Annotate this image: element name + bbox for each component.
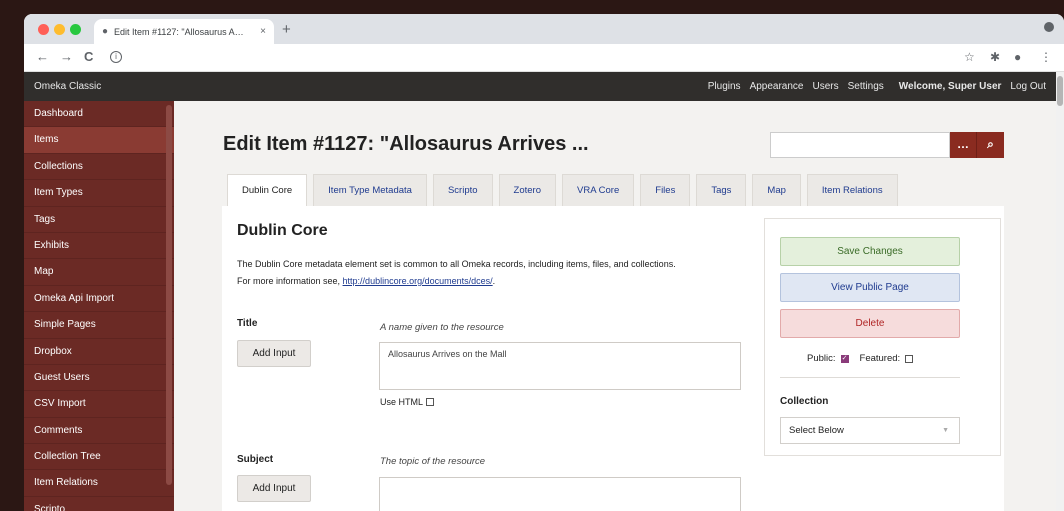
bookmark-star-icon[interactable]: ☆	[964, 50, 975, 64]
sidebar-item-comments[interactable]: Comments	[24, 418, 174, 445]
save-changes-button[interactable]: Save Changes	[780, 237, 960, 266]
admin-link-settings[interactable]: Settings	[848, 81, 884, 92]
logout-link[interactable]: Log Out	[1010, 81, 1046, 92]
item-edit-tabs: Dublin Core Item Type Metadata Scripto Z…	[227, 174, 898, 206]
sidebar-item-map[interactable]: Map	[24, 259, 174, 286]
sidebar-item-csv-import[interactable]: CSV Import	[24, 391, 174, 418]
browser-toolbar: ← → C i ☆ ✱ ● ⋮	[24, 44, 1064, 72]
site-title[interactable]: Omeka Classic	[34, 81, 101, 92]
tab-search-icon[interactable]	[1044, 22, 1054, 32]
search-input[interactable]	[770, 132, 950, 158]
dublin-core-link[interactable]: http://dublincore.org/documents/dces/	[343, 276, 493, 286]
minimize-window-button[interactable]	[54, 24, 65, 35]
title-textarea[interactable]: Allosaurus Arrives on the Mall	[379, 342, 741, 390]
sidebar-item-collection-tree[interactable]: Collection Tree	[24, 444, 174, 471]
dublin-core-panel: Dublin Core The Dublin Core metadata ele…	[222, 206, 1004, 511]
collection-select-value: Select Below	[789, 425, 844, 436]
back-arrow-icon[interactable]: ←	[36, 50, 49, 64]
public-checkbox[interactable]: ✓	[840, 354, 849, 363]
sidebar-item-collections[interactable]: Collections	[24, 154, 174, 181]
close-tab-icon[interactable]: ×	[260, 26, 266, 37]
section-desc-suffix: .	[492, 276, 496, 286]
tab-vra-core[interactable]: VRA Core	[562, 174, 635, 206]
sidebar-item-items[interactable]: Items	[24, 127, 174, 154]
title-field-description: A name given to the resource	[380, 322, 504, 333]
collection-label: Collection	[780, 396, 829, 407]
profile-avatar-icon[interactable]: ●	[1014, 50, 1021, 64]
public-label: Public:	[807, 353, 836, 364]
section-desc-line-1: The Dublin Core metadata element set is …	[237, 259, 676, 269]
main-content: Edit Item #1127: "Allosaurus Arrives ...…	[174, 101, 1056, 511]
admin-sidebar: Dashboard Items Collections Item Types T…	[24, 101, 174, 511]
tab-zotero[interactable]: Zotero	[498, 174, 557, 206]
browser-tab-title: Edit Item #1127: "Allosaurus A…	[114, 26, 244, 37]
panel-divider	[780, 377, 960, 378]
section-desc-prefix: For more information see,	[237, 276, 343, 286]
site-info-icon[interactable]: i	[110, 51, 122, 63]
tab-item-relations[interactable]: Item Relations	[806, 174, 898, 206]
title-use-html[interactable]: Use HTML	[380, 397, 435, 407]
maximize-window-button[interactable]	[70, 24, 81, 35]
new-tab-button[interactable]: +	[282, 21, 291, 38]
title-field-label: Title	[237, 318, 258, 329]
section-description: The Dublin Core metadata element set is …	[237, 256, 747, 290]
title-add-input-button[interactable]: Add Input	[237, 340, 311, 367]
tab-dublin-core[interactable]: Dublin Core	[227, 174, 308, 206]
admin-link-users[interactable]: Users	[813, 81, 839, 92]
section-desc-line-2: For more information see, http://dublinc…	[237, 273, 747, 290]
extensions-puzzle-icon[interactable]: ✱	[990, 50, 1000, 64]
sidebar-item-dropbox[interactable]: Dropbox	[24, 339, 174, 365]
sidebar-item-item-types[interactable]: Item Types	[24, 180, 174, 207]
section-title: Dublin Core	[237, 222, 328, 239]
tab-item-type-metadata[interactable]: Item Type Metadata	[313, 174, 427, 206]
browser-tab[interactable]: ● Edit Item #1127: "Allosaurus A… ×	[94, 19, 274, 44]
reload-icon[interactable]: C	[84, 50, 93, 64]
browser-menu-icon[interactable]: ⋮	[1040, 50, 1052, 64]
use-html-label: Use HTML	[380, 397, 424, 407]
sidebar-item-simple-pages[interactable]: Simple Pages	[24, 312, 174, 339]
delete-button[interactable]: Delete	[780, 309, 960, 338]
admin-link-appearance[interactable]: Appearance	[750, 81, 804, 92]
close-window-button[interactable]	[38, 24, 49, 35]
sidebar-item-exhibits[interactable]: Exhibits	[24, 233, 174, 260]
page-title: Edit Item #1127: "Allosaurus Arrives ...	[223, 133, 589, 155]
chevron-down-icon: ▼	[942, 427, 949, 434]
subject-field-description: The topic of the resource	[380, 456, 486, 467]
sidebar-item-scripto[interactable]: Scripto	[24, 497, 174, 511]
use-html-checkbox[interactable]	[426, 398, 435, 406]
tab-map[interactable]: Map	[752, 174, 801, 206]
tab-tags[interactable]: Tags	[696, 174, 747, 206]
browser-window: ● Edit Item #1127: "Allosaurus A… × + ← …	[24, 14, 1064, 511]
subject-add-input-button[interactable]: Add Input	[237, 475, 311, 502]
admin-link-plugins[interactable]: Plugins	[708, 81, 741, 92]
sidebar-item-dashboard[interactable]: Dashboard	[24, 101, 174, 128]
visibility-options: Public: ✓ Featured:	[807, 353, 914, 364]
omeka-admin-bar: Omeka Classic Plugins Appearance Users S…	[24, 72, 1056, 101]
subject-textarea[interactable]	[379, 477, 741, 511]
collection-select[interactable]: Select Below ▼	[780, 417, 960, 444]
featured-label: Featured:	[859, 353, 901, 364]
subject-field-label: Subject	[237, 454, 274, 465]
featured-checkbox[interactable]	[905, 354, 914, 363]
sidebar-item-item-relations[interactable]: Item Relations	[24, 470, 174, 497]
admin-links: Plugins Appearance Users Settings Welcom…	[708, 81, 1046, 92]
scrollbar-thumb[interactable]	[1057, 76, 1063, 106]
forward-arrow-icon[interactable]: →	[60, 50, 73, 64]
welcome-user[interactable]: Welcome, Super User	[899, 81, 1002, 92]
page-scrollbar[interactable]	[1056, 72, 1064, 511]
tab-files[interactable]: Files	[640, 174, 691, 206]
globe-icon: ●	[102, 26, 109, 37]
sidebar-scrollbar[interactable]	[166, 105, 172, 485]
search-submit-icon[interactable]: ⌕	[977, 132, 1004, 158]
tab-scripto[interactable]: Scripto	[432, 174, 493, 206]
sidebar-item-omeka-api-import[interactable]: Omeka Api Import	[24, 286, 174, 313]
sidebar-item-tags[interactable]: Tags	[24, 207, 174, 233]
sidebar-item-guest-users[interactable]: Guest Users	[24, 365, 174, 392]
tab-strip: ● Edit Item #1127: "Allosaurus A… × +	[24, 14, 1064, 44]
save-panel: Save Changes View Public Page Delete Pub…	[764, 218, 1001, 456]
advanced-search-button[interactable]: …	[950, 132, 977, 158]
view-public-page-button[interactable]: View Public Page	[780, 273, 960, 302]
